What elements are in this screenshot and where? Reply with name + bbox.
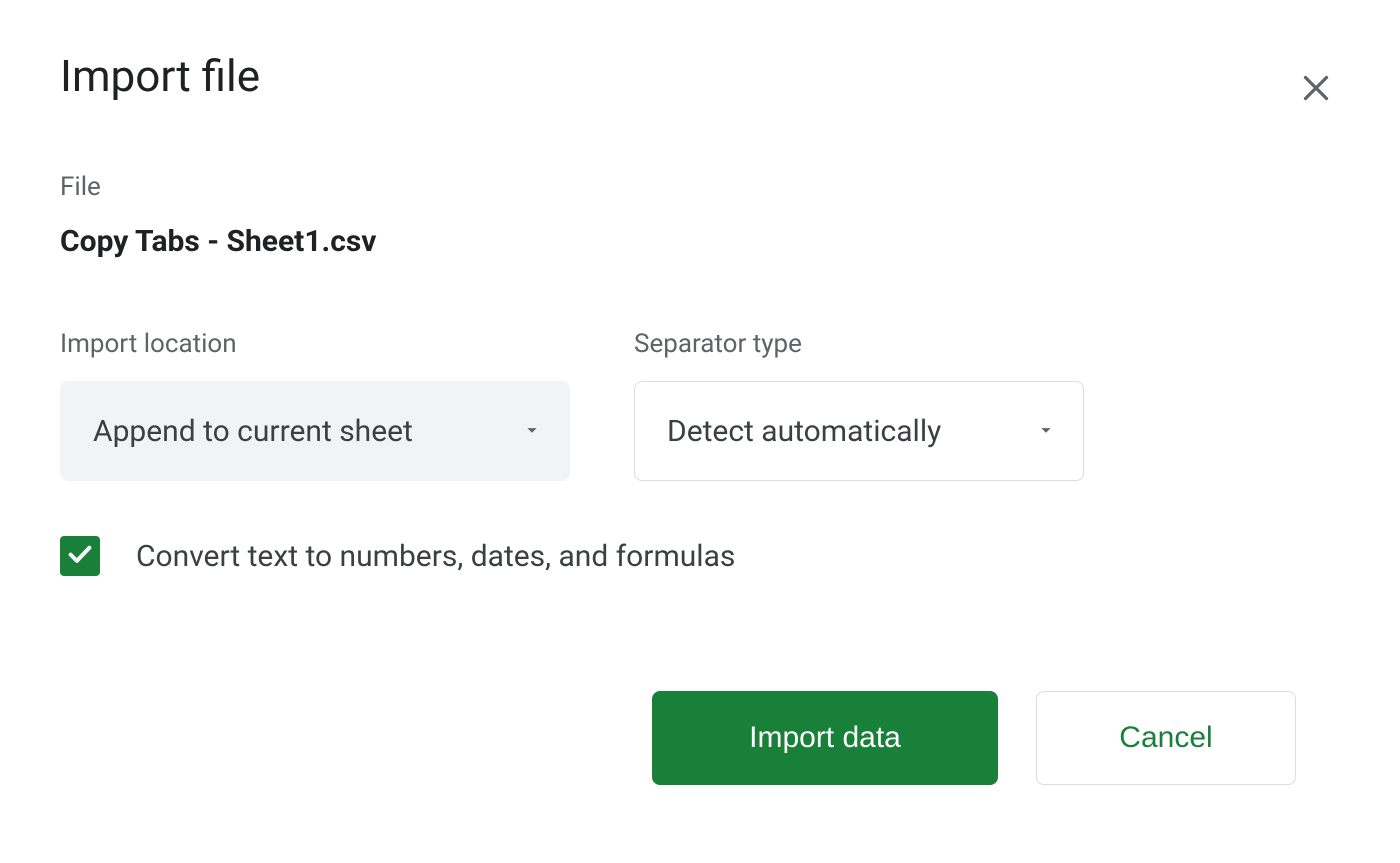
separator-type-dropdown[interactable]: Detect automatically bbox=[634, 381, 1084, 481]
dialog-actions: Import data Cancel bbox=[60, 691, 1340, 785]
convert-checkbox-row: Convert text to numbers, dates, and form… bbox=[60, 536, 1340, 576]
dialog-title: Import file bbox=[60, 50, 1340, 102]
separator-type-value: Detect automatically bbox=[667, 414, 941, 449]
convert-checkbox-label: Convert text to numbers, dates, and form… bbox=[136, 539, 735, 574]
separator-type-column: Separator type Detect automatically bbox=[634, 329, 1084, 481]
options-row: Import location Append to current sheet … bbox=[60, 329, 1340, 481]
separator-type-label: Separator type bbox=[634, 329, 1084, 359]
close-button[interactable] bbox=[1292, 65, 1340, 113]
import-location-column: Import location Append to current sheet bbox=[60, 329, 570, 481]
close-icon bbox=[1298, 70, 1334, 109]
caret-down-icon bbox=[1035, 414, 1057, 449]
import-file-dialog: Import file File Copy Tabs - Sheet1.csv … bbox=[60, 50, 1340, 785]
import-data-button[interactable]: Import data bbox=[652, 691, 998, 785]
file-name: Copy Tabs - Sheet1.csv bbox=[60, 224, 1340, 259]
import-location-value: Append to current sheet bbox=[93, 414, 413, 449]
caret-down-icon bbox=[521, 414, 543, 449]
cancel-button[interactable]: Cancel bbox=[1036, 691, 1296, 785]
convert-checkbox[interactable] bbox=[60, 536, 100, 576]
file-section-label: File bbox=[60, 172, 1340, 202]
check-icon bbox=[65, 539, 95, 573]
import-location-label: Import location bbox=[60, 329, 570, 359]
import-location-dropdown[interactable]: Append to current sheet bbox=[60, 381, 570, 481]
